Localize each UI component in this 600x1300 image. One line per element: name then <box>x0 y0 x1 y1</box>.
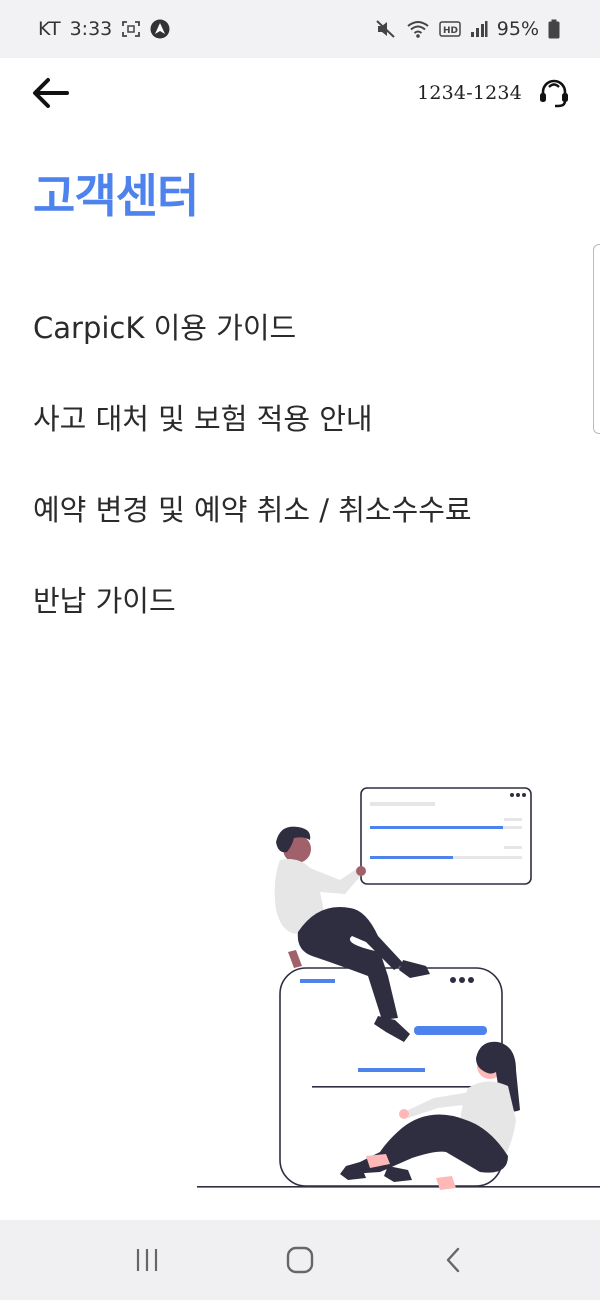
menu-item-accident-insurance[interactable]: 사고 대처 및 보험 적용 안내 <box>33 371 573 462</box>
menu-item-label: 예약 변경 및 예약 취소 / 취소수수료 <box>33 492 472 527</box>
menu-list: CarpicK 이용 가이드 사고 대처 및 보험 적용 안내 예약 변경 및 … <box>33 280 573 644</box>
home-icon[interactable] <box>270 1230 330 1290</box>
app-bar: 1234-1234 <box>0 58 600 128</box>
phone-number[interactable]: 1234-1234 <box>417 82 522 104</box>
carrier-label: KT <box>38 18 61 40</box>
mute-icon <box>375 19 397 39</box>
menu-item-reservation-change[interactable]: 예약 변경 및 예약 취소 / 취소수수료 <box>33 462 573 553</box>
arrow-left-icon <box>33 78 69 108</box>
signal-icon <box>470 20 488 38</box>
navigation-app-icon <box>150 19 170 39</box>
headset-icon[interactable] <box>538 78 570 108</box>
contact-area: 1234-1234 <box>417 78 570 108</box>
screenshot-icon <box>121 20 141 38</box>
page-title: 고객센터 <box>33 169 199 223</box>
status-left: KT 3:33 <box>38 18 170 40</box>
status-bar: KT 3:33 HD 95% <box>0 0 600 58</box>
clock: 3:33 <box>69 18 113 40</box>
back-icon[interactable] <box>423 1230 483 1290</box>
menu-item-label: CarpicK 이용 가이드 <box>33 310 297 345</box>
screen: KT 3:33 HD 95% 1234-1234 고객센터 CarpicK 이용… <box>0 0 600 1300</box>
edge-panel-handle[interactable] <box>593 244 600 434</box>
menu-item-return-guide[interactable]: 반납 가이드 <box>33 553 573 644</box>
system-nav-bar <box>0 1220 600 1300</box>
svg-text:HD: HD <box>443 26 458 36</box>
customer-support-illustration <box>190 780 600 1200</box>
recent-apps-icon[interactable] <box>117 1230 177 1290</box>
menu-item-usage-guide[interactable]: CarpicK 이용 가이드 <box>33 280 573 371</box>
back-button[interactable] <box>30 75 70 111</box>
hd-voice-icon: HD <box>439 21 461 37</box>
status-right: HD 95% <box>375 18 560 40</box>
menu-item-label: 사고 대처 및 보험 적용 안내 <box>33 401 373 436</box>
battery-icon <box>548 19 560 39</box>
battery-percent: 95% <box>496 18 539 40</box>
wifi-icon <box>406 19 430 39</box>
menu-item-label: 반납 가이드 <box>33 583 176 618</box>
